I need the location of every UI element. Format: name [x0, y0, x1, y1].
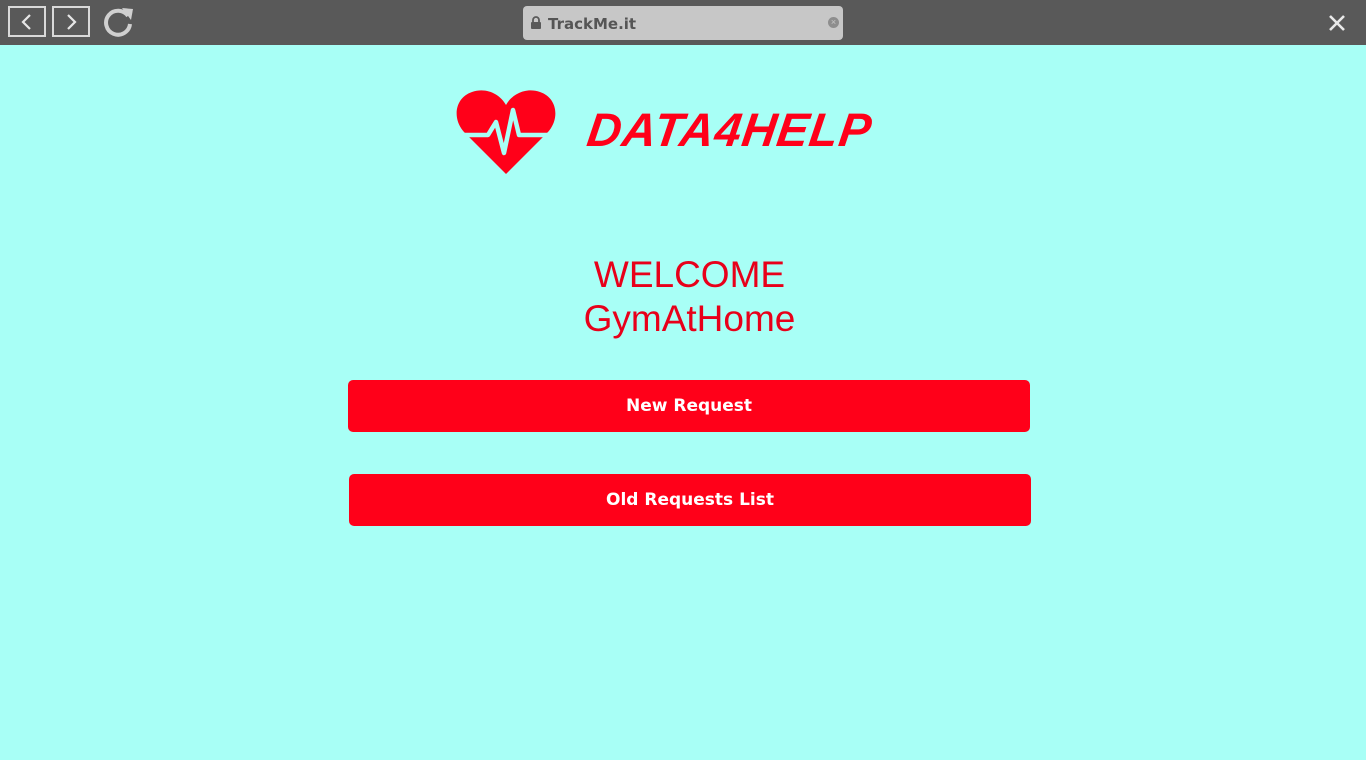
welcome-heading: WELCOME GymAtHome — [0, 253, 1366, 341]
reload-icon — [104, 8, 133, 37]
forward-button[interactable] — [52, 6, 90, 37]
welcome-username: GymAtHome — [583, 298, 796, 339]
brand-name: DATA4HELP — [584, 103, 876, 156]
address-url: TrackMe.it — [548, 15, 637, 33]
old-requests-list-button[interactable]: Old Requests List — [349, 474, 1031, 526]
reload-button[interactable] — [102, 6, 136, 38]
address-bar[interactable]: TrackMe.it × — [523, 6, 843, 40]
welcome-title: WELCOME — [593, 254, 786, 295]
clear-url-icon[interactable]: × — [828, 17, 839, 28]
close-icon — [1329, 15, 1345, 31]
chevron-left-icon — [21, 13, 31, 30]
heart-pulse-icon — [456, 88, 556, 181]
browser-toolbar: TrackMe.it × — [0, 0, 1366, 45]
back-button[interactable] — [8, 6, 46, 37]
lock-icon — [531, 16, 541, 29]
chevron-right-icon — [67, 13, 77, 30]
close-button[interactable] — [1328, 14, 1346, 32]
new-request-button[interactable]: New Request — [348, 380, 1030, 432]
